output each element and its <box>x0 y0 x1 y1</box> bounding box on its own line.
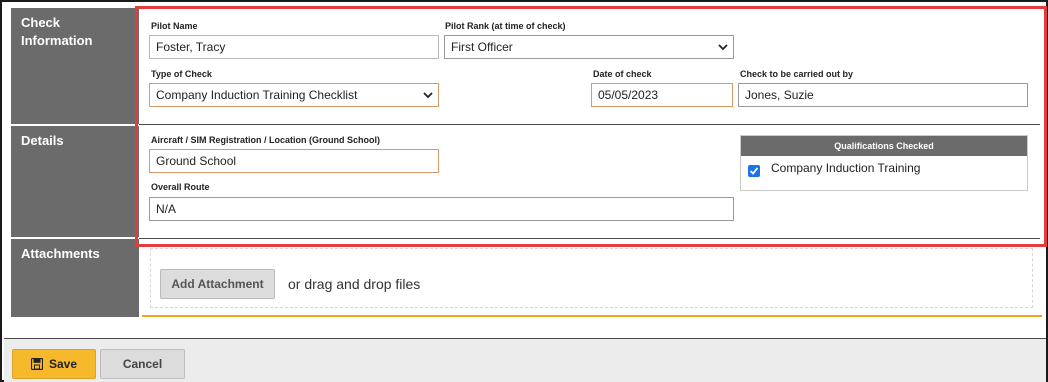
attachment-dropzone[interactable] <box>150 248 1033 308</box>
section-title-check-information: Check Information <box>21 15 93 48</box>
cancel-button[interactable]: Cancel <box>100 349 185 379</box>
floppy-disk-icon <box>31 358 43 370</box>
section-check-information: Check Information <box>11 8 139 124</box>
section-title-details: Details <box>21 133 64 148</box>
section-details: Details <box>11 126 139 237</box>
accent-divider <box>142 315 1042 317</box>
highlight-box <box>135 6 1047 247</box>
drag-drop-text: or drag and drop files <box>288 276 421 292</box>
save-button-label: Save <box>49 357 78 371</box>
save-button[interactable]: Save <box>12 349 96 379</box>
section-title-attachments: Attachments <box>21 246 100 261</box>
section-attachments: Attachments <box>11 239 139 317</box>
form-window: Check Information Details Attachments Pi… <box>0 0 1048 382</box>
add-attachment-button[interactable]: Add Attachment <box>160 269 275 299</box>
